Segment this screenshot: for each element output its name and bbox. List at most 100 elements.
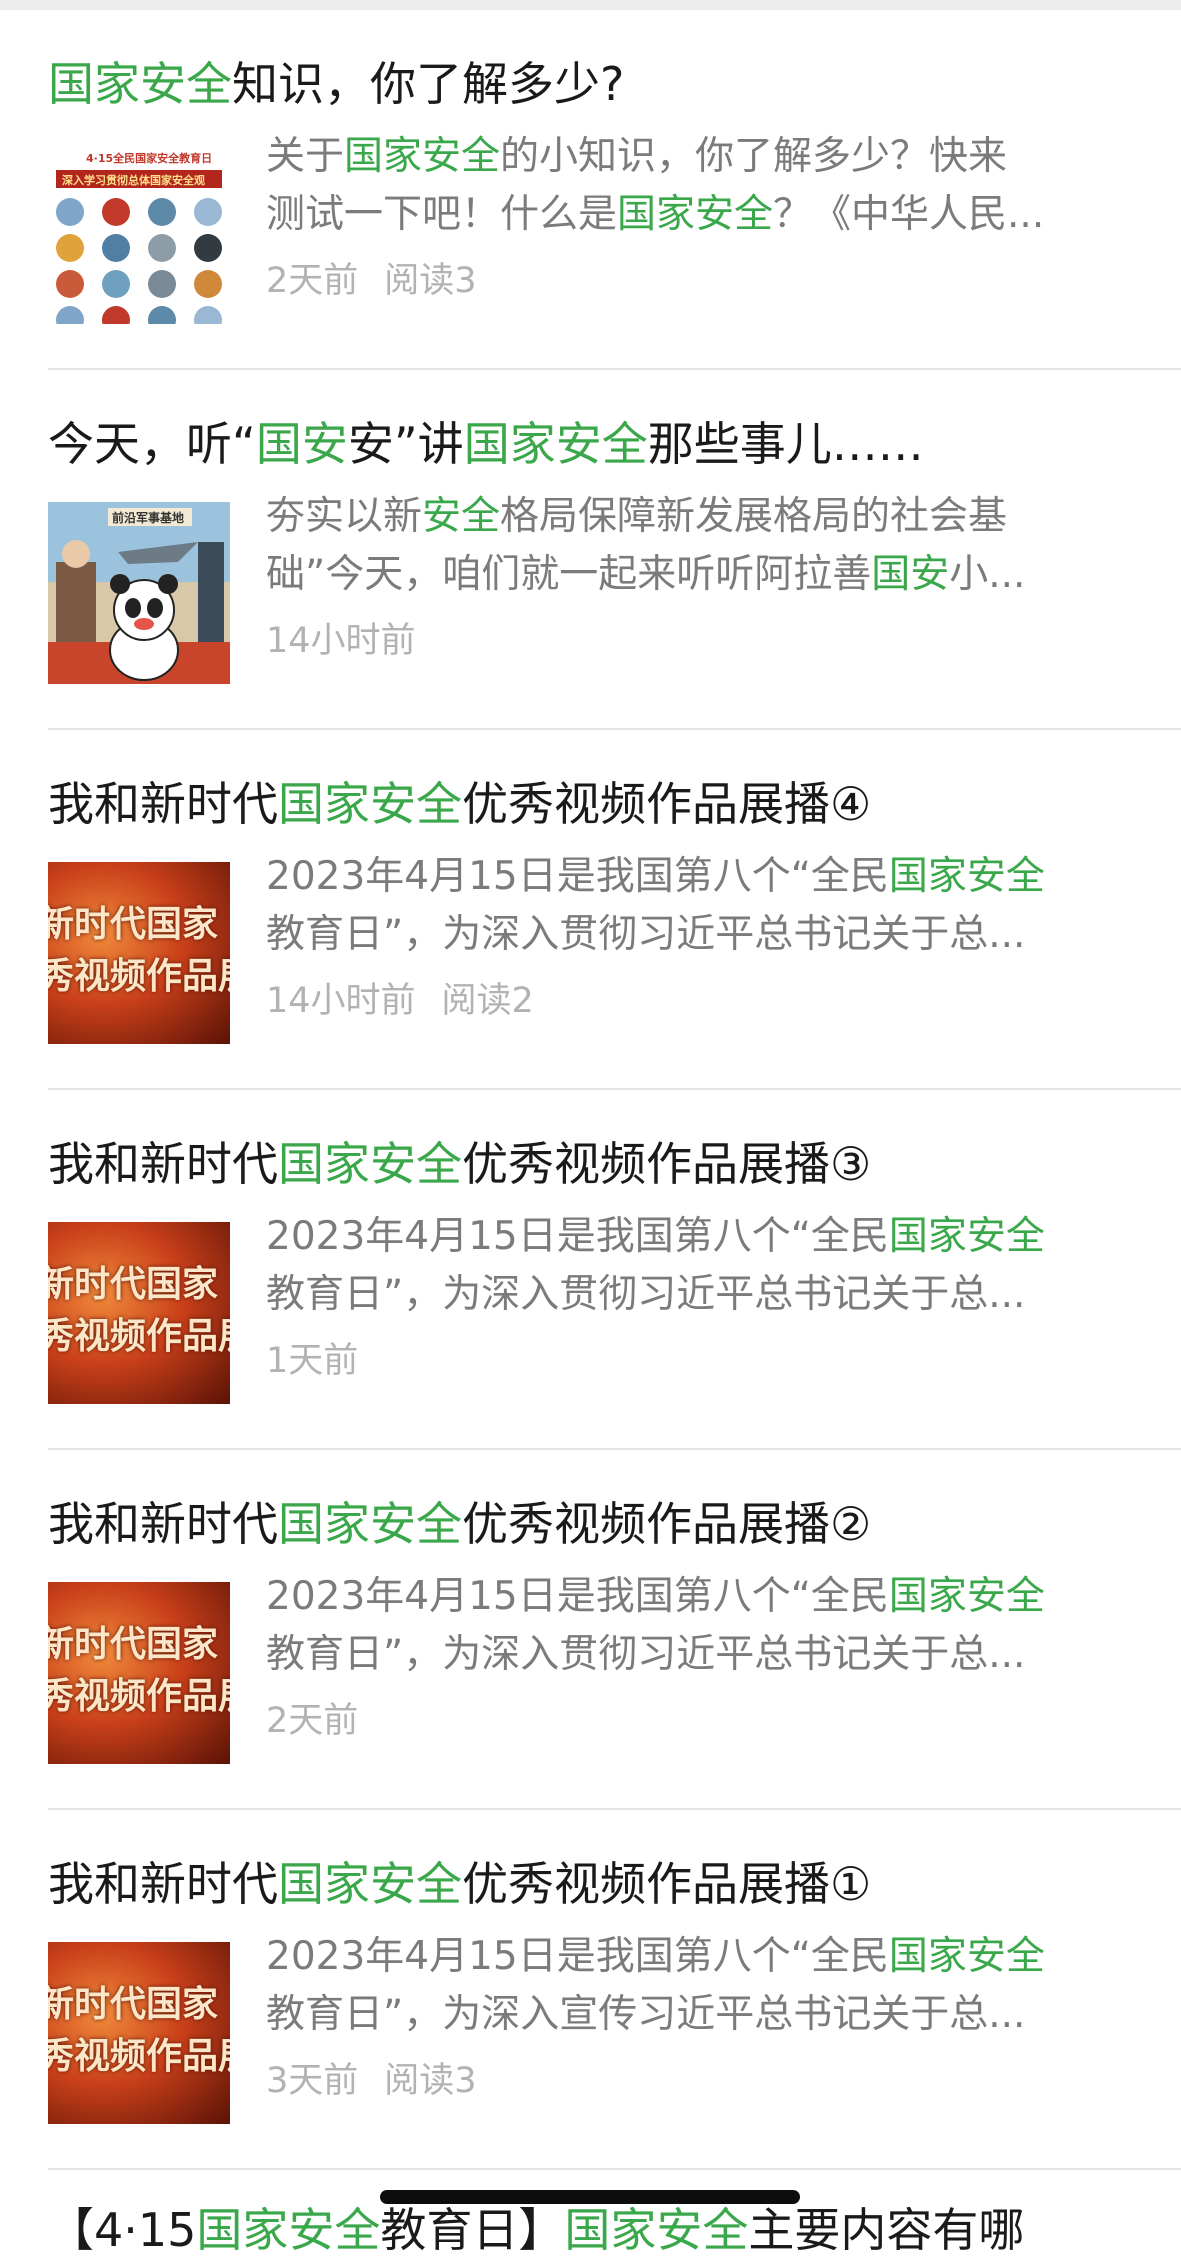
text-segment: 教育日”，为深入宣传习近平总书记关于总... — [266, 1992, 1026, 2037]
partial-next-article-title[interactable]: 【4·15国家安全教育日】国家安全主要内容有哪 — [48, 2198, 1148, 2262]
poster-icon — [194, 234, 222, 262]
article-thumbnail[interactable]: 新时代国家秀视频作品展 — [48, 1582, 230, 1764]
panda-eye — [147, 598, 163, 618]
highlighted-keyword: 国家安全 — [278, 777, 462, 831]
panda-ear — [110, 574, 130, 594]
snippet-line: 2023年4月15日是我国第八个“全民国家安全 — [266, 848, 1136, 906]
poster-icon — [148, 270, 176, 298]
text-segment: 夯实以新 — [266, 494, 423, 539]
poster-icon — [102, 234, 130, 262]
text-segment: 教育日”，为深入贯彻习近平总书记关于总... — [266, 912, 1026, 957]
article-snippet: 2023年4月15日是我国第八个“全民国家安全 教育日”，为深入贯彻习近平总书记关… — [266, 1568, 1136, 1684]
panda-label: 前沿军事基地 — [112, 510, 184, 525]
publish-time: 1天前 — [266, 1341, 359, 1381]
article-item[interactable]: 我和新时代国家安全优秀视频作品展播③ 新时代国家秀视频作品展 2023年4月15日是… — [0, 1090, 1181, 1450]
thumb-caption-line: 新时代国家 — [48, 1263, 219, 1305]
snippet-line: 2023年4月15日是我国第八个“全民国家安全 — [266, 1208, 1136, 1266]
thumb-caption-line: 新时代国家 — [48, 1983, 219, 2025]
article-thumbnail[interactable]: 新时代国家秀视频作品展 — [48, 1942, 230, 2124]
text-segment: 那些事儿…… — [647, 417, 924, 471]
article-snippet: 2023年4月15日是我国第八个“全民国家安全教育日”，为深入贯彻习近平总书记关… — [266, 848, 1136, 964]
article-thumbnail[interactable]: 新时代国家秀视频作品展 — [48, 1222, 230, 1404]
article-meta: 3天前 阅读3 — [266, 2056, 477, 2106]
article-meta: 2天前 阅读3 — [266, 256, 477, 306]
article-thumbnail[interactable]: 4·15全民国家安全教育日 深入学习贯彻总体国家安全观 — [48, 142, 230, 324]
article-item[interactable]: 今天，听“国安安”讲国家安全那些事儿…… 前沿军事基地 夯实以新安全格局保障新发展格… — [0, 370, 1181, 730]
article-item[interactable]: 我和新时代国家安全优秀视频作品展播④ 新时代国家秀视频作品展 2023年4月15日是… — [0, 730, 1181, 1090]
text-segment: 今天，听“ — [48, 417, 256, 471]
read-count: 阅读2 — [441, 981, 534, 1021]
text-segment: 2023年4月15日是我国第八个“全民 — [266, 1934, 889, 1979]
article-snippet: 夯实以新安全格局保障新发展格局的社会基础”今天，咱们就一起来听听阿拉善国安小..… — [266, 488, 1136, 604]
article-snippet: 2023年4月15日是我国第八个“全民国家安全教育日”，为深入宣传习近平总书记关… — [266, 1928, 1136, 2044]
text-segment: 教育日”，为深入贯彻习近平总书记关于总... — [266, 1632, 1026, 1677]
article-item[interactable]: 我和新时代国家安全优秀视频作品展播② 新时代国家秀视频作品展 2023年4月15日是… — [0, 1450, 1181, 1810]
text-segment: 优秀视频作品展播③ — [462, 1137, 872, 1191]
text-segment: 2023年4月15日是我国第八个“全民 — [266, 1214, 889, 1259]
article-item[interactable]: 国家安全知识，你了解多少? 4·15全民国家安全教育日 深入学习贯彻总体国家安全观关… — [0, 10, 1181, 370]
snippet-line: 测试一下吧！什么是国家安全？《中华人民... — [266, 186, 1136, 244]
highlighted-keyword: 国家安全 — [888, 1574, 1045, 1619]
highlighted-keyword: 国家安全 — [344, 134, 501, 179]
building — [198, 542, 224, 642]
text-segment: 我和新时代 — [48, 1857, 278, 1911]
thumb-caption-line: 新时代国家 — [48, 1623, 219, 1665]
text-segment: 的小知识，你了解多少？快来 — [500, 134, 1008, 179]
text-segment: 格局保障新发展格局的社会基 — [500, 494, 1008, 539]
article-title[interactable]: 今天，听“国安安”讲国家安全那些事儿…… — [48, 412, 1138, 476]
article-title[interactable]: 我和新时代国家安全优秀视频作品展播② — [48, 1492, 1138, 1556]
highlighted-keyword: 国家安全 — [196, 2203, 381, 2257]
highlighted-keyword: 国安 — [255, 417, 348, 471]
article-thumbnail[interactable]: 新时代国家秀视频作品展 — [48, 862, 230, 1044]
article-title[interactable]: 我和新时代国家安全优秀视频作品展播④ — [48, 772, 1138, 836]
quiz-poster-graphic: 4·15全民国家安全教育日深入学习贯彻总体国家安全观 — [48, 142, 230, 324]
text-segment: 小... — [949, 552, 1026, 597]
text-segment: 我和新时代 — [48, 777, 278, 831]
read-count: 阅读3 — [384, 261, 477, 301]
poster-icon — [56, 198, 84, 226]
article-title[interactable]: 国家安全知识，你了解多少? — [48, 52, 1138, 116]
poster-icon — [194, 270, 222, 298]
home-indicator[interactable] — [380, 2190, 800, 2204]
thumb-caption-line: 秀视频作品展 — [48, 955, 230, 997]
highlighted-keyword: 安全 — [422, 494, 501, 539]
publish-time: 2天前 — [266, 1701, 359, 1741]
publish-time: 14小时前 — [266, 981, 416, 1021]
text-segment: 知识，你了解多少? — [232, 57, 625, 111]
highlighted-keyword: 国家安全 — [48, 57, 232, 111]
text-segment: 测试一下吧！什么是 — [266, 192, 618, 237]
item-divider — [48, 2168, 1181, 2170]
highlighted-keyword: 国家安全 — [278, 1857, 462, 1911]
text-segment: 教育日】 — [380, 2203, 565, 2257]
thumb-caption-line: 秀视频作品展 — [48, 1675, 230, 1717]
article-thumbnail[interactable]: 前沿军事基地 — [48, 502, 230, 684]
article-title[interactable]: 我和新时代国家安全优秀视频作品展播③ — [48, 1132, 1138, 1196]
highlighted-keyword: 国家安全 — [564, 2203, 749, 2257]
publish-time: 3天前 — [266, 2061, 359, 2101]
highlighted-keyword: 国家安全 — [888, 1214, 1045, 1259]
poster-icon — [148, 198, 176, 226]
article-item[interactable]: 我和新时代国家安全优秀视频作品展播① 新时代国家秀视频作品展 2023年4月15日是… — [0, 1810, 1181, 2170]
snippet-line: 础”今天，咱们就一起来听听阿拉善国安小... — [266, 546, 1136, 604]
text-segment: 2023年4月15日是我国第八个“全民 — [266, 854, 889, 899]
panda-ear — [158, 574, 178, 594]
text-segment: 优秀视频作品展播② — [462, 1497, 872, 1551]
article-snippet: 关于国家安全的小知识，你了解多少？快来 测试一下吧！什么是国家安全？《中华人民..… — [266, 128, 1136, 244]
thumb-caption-line: 秀视频作品展 — [48, 1315, 230, 1357]
text-segment: 我和新时代 — [48, 1497, 278, 1551]
poster-icon — [102, 270, 130, 298]
article-meta: 14小时前 — [266, 616, 416, 666]
highlighted-keyword: 国家安全 — [888, 1934, 1045, 1979]
poster-icon — [56, 234, 84, 262]
soldier-figure — [56, 562, 96, 642]
text-segment: 我和新时代 — [48, 1137, 278, 1191]
highlighted-keyword: 国家安全 — [278, 1497, 462, 1551]
text-segment: 安”讲 — [347, 417, 464, 471]
article-title[interactable]: 我和新时代国家安全优秀视频作品展播① — [48, 1852, 1138, 1916]
article-meta: 14小时前 阅读2 — [266, 976, 534, 1026]
text-segment: 教育日”，为深入贯彻习近平总书记关于总... — [266, 1272, 1026, 1317]
highlighted-keyword: 国家安全 — [888, 854, 1045, 899]
article-snippet: 2023年4月15日是我国第八个“全民国家安全教育日”，为深入贯彻习近平总书记关… — [266, 1208, 1136, 1324]
poster-icon — [102, 198, 130, 226]
poster-icon — [194, 198, 222, 226]
